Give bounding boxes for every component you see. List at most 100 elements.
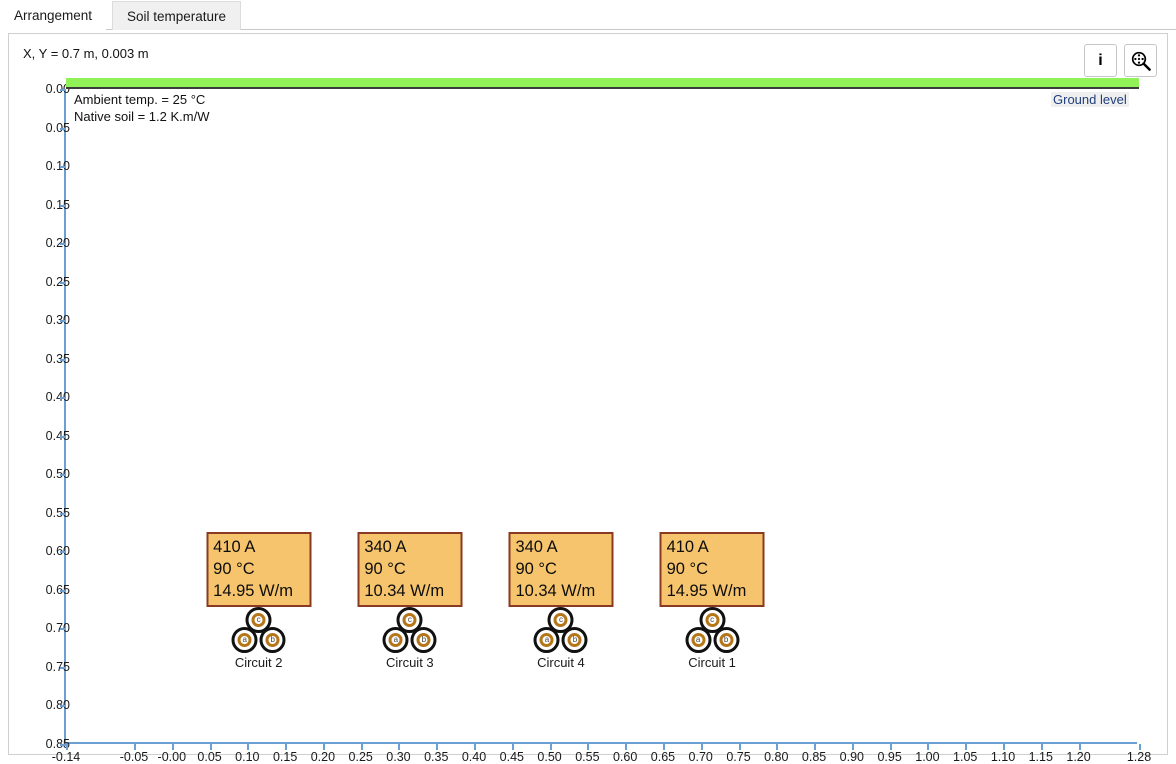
cable-core-c: c xyxy=(705,613,719,627)
cable-trefoil[interactable]: cab xyxy=(230,607,288,653)
x-tick-label: 0.90 xyxy=(840,750,864,764)
circuit-current: 410 A xyxy=(213,536,304,558)
y-tick-mark xyxy=(60,397,66,399)
y-tick-mark xyxy=(60,166,66,168)
cable-core-a: a xyxy=(389,633,403,647)
cable-trefoil[interactable]: cab xyxy=(381,607,439,653)
circuit-group[interactable]: 340 A90 °C10.34 W/mcabCircuit 3 xyxy=(357,532,462,670)
cable-core-b: b xyxy=(719,633,733,647)
x-tick-label: -0.05 xyxy=(120,750,149,764)
arrangement-panel: X, Y = 0.7 m, 0.003 m i 0.000.050.100.15… xyxy=(8,33,1168,755)
cable-phase-b[interactable]: b xyxy=(562,627,588,653)
circuit-losses: 14.95 W/m xyxy=(667,580,758,602)
y-tick-mark xyxy=(60,590,66,592)
cable-core-b: b xyxy=(568,633,582,647)
circuit-temperature: 90 °C xyxy=(213,558,304,580)
y-tick-mark xyxy=(60,320,66,322)
x-tick-label: 0.30 xyxy=(386,750,410,764)
x-tick-mark xyxy=(436,744,438,750)
cable-core-c: c xyxy=(403,613,417,627)
circuit-name-label: Circuit 2 xyxy=(206,655,311,670)
arrangement-plot[interactable]: 0.000.050.100.150.200.250.300.350.400.45… xyxy=(9,34,1169,756)
x-tick-label: 1.28 xyxy=(1127,750,1151,764)
cable-core-b: b xyxy=(417,633,431,647)
cable-phase-b[interactable]: b xyxy=(713,627,739,653)
y-tick-mark xyxy=(60,705,66,707)
y-tick-mark xyxy=(60,436,66,438)
cable-core-a: a xyxy=(540,633,554,647)
circuit-name-label: Circuit 4 xyxy=(508,655,613,670)
y-tick-mark xyxy=(60,128,66,130)
cable-trefoil[interactable]: cab xyxy=(683,607,741,653)
x-tick-label: 0.05 xyxy=(197,750,221,764)
circuit-temperature: 90 °C xyxy=(515,558,606,580)
x-tick-label: 0.80 xyxy=(764,750,788,764)
tab-soil-temperature[interactable]: Soil temperature xyxy=(112,1,241,30)
x-tick-label: 0.50 xyxy=(537,750,561,764)
x-tick-label: 0.60 xyxy=(613,750,637,764)
x-tick-label: 0.55 xyxy=(575,750,599,764)
x-tick-mark xyxy=(1139,744,1141,750)
x-tick-label: 1.15 xyxy=(1029,750,1053,764)
tab-soil-temperature-label: Soil temperature xyxy=(127,9,226,24)
y-tick-mark xyxy=(60,243,66,245)
x-tick-mark xyxy=(927,744,929,750)
circuit-group[interactable]: 340 A90 °C10.34 W/mcabCircuit 4 xyxy=(508,532,613,670)
circuit-rating-box: 410 A90 °C14.95 W/m xyxy=(206,532,311,607)
x-tick-mark xyxy=(1079,744,1081,750)
circuit-current: 340 A xyxy=(364,536,455,558)
circuit-group[interactable]: 410 A90 °C14.95 W/mcabCircuit 2 xyxy=(206,532,311,670)
cable-phase-a[interactable]: a xyxy=(685,627,711,653)
circuit-temperature: 90 °C xyxy=(364,558,455,580)
cable-phase-b[interactable]: b xyxy=(411,627,437,653)
circuit-rating-box: 340 A90 °C10.34 W/m xyxy=(508,532,613,607)
circuit-group[interactable]: 410 A90 °C14.95 W/mcabCircuit 1 xyxy=(660,532,765,670)
circuit-temperature: 90 °C xyxy=(667,558,758,580)
x-tick-mark xyxy=(587,744,589,750)
x-tick-label: 0.75 xyxy=(726,750,750,764)
x-tick-label: -0.14 xyxy=(52,750,81,764)
y-tick-mark xyxy=(60,359,66,361)
plot-frame: 0.000.050.100.150.200.250.300.350.400.45… xyxy=(64,89,1137,744)
circuit-rating-box: 340 A90 °C10.34 W/m xyxy=(357,532,462,607)
y-tick-mark xyxy=(60,474,66,476)
cable-trefoil[interactable]: cab xyxy=(532,607,590,653)
circuit-current: 340 A xyxy=(515,536,606,558)
x-tick-mark xyxy=(1003,744,1005,750)
x-tick-label: 1.05 xyxy=(953,750,977,764)
y-tick-mark xyxy=(60,513,66,515)
x-tick-mark xyxy=(890,744,892,750)
circuit-name-label: Circuit 3 xyxy=(357,655,462,670)
x-tick-label: 0.40 xyxy=(462,750,486,764)
circuit-current: 410 A xyxy=(667,536,758,558)
x-tick-label: 0.20 xyxy=(311,750,335,764)
x-tick-mark xyxy=(1041,744,1043,750)
ground-level-label: Ground level xyxy=(1051,92,1129,107)
cable-phase-a[interactable]: a xyxy=(383,627,409,653)
x-tick-mark xyxy=(550,744,552,750)
x-tick-label: -0.00 xyxy=(158,750,187,764)
circuit-losses: 14.95 W/m xyxy=(213,580,304,602)
soil-annotation: Ambient temp. = 25 °C Native soil = 1.2 … xyxy=(74,91,209,125)
x-tick-label: 0.10 xyxy=(235,750,259,764)
tab-bar: Arrangement Soil temperature xyxy=(0,0,1176,30)
ground-level-bar xyxy=(66,78,1139,89)
cable-core-c: c xyxy=(554,613,568,627)
tab-arrangement[interactable]: Arrangement xyxy=(0,1,106,30)
cable-phase-a[interactable]: a xyxy=(534,627,560,653)
x-tick-mark xyxy=(474,744,476,750)
x-tick-label: 0.25 xyxy=(349,750,373,764)
cable-phase-a[interactable]: a xyxy=(232,627,258,653)
cable-core-b: b xyxy=(266,633,280,647)
x-tick-label: 0.70 xyxy=(689,750,713,764)
x-tick-mark xyxy=(965,744,967,750)
y-tick-mark xyxy=(60,282,66,284)
cable-core-a: a xyxy=(691,633,705,647)
circuit-losses: 10.34 W/m xyxy=(364,580,455,602)
cable-core-a: a xyxy=(238,633,252,647)
y-tick-mark xyxy=(60,205,66,207)
x-tick-label: 0.95 xyxy=(877,750,901,764)
x-tick-label: 1.00 xyxy=(915,750,939,764)
cable-phase-b[interactable]: b xyxy=(260,627,286,653)
x-tick-label: 0.35 xyxy=(424,750,448,764)
